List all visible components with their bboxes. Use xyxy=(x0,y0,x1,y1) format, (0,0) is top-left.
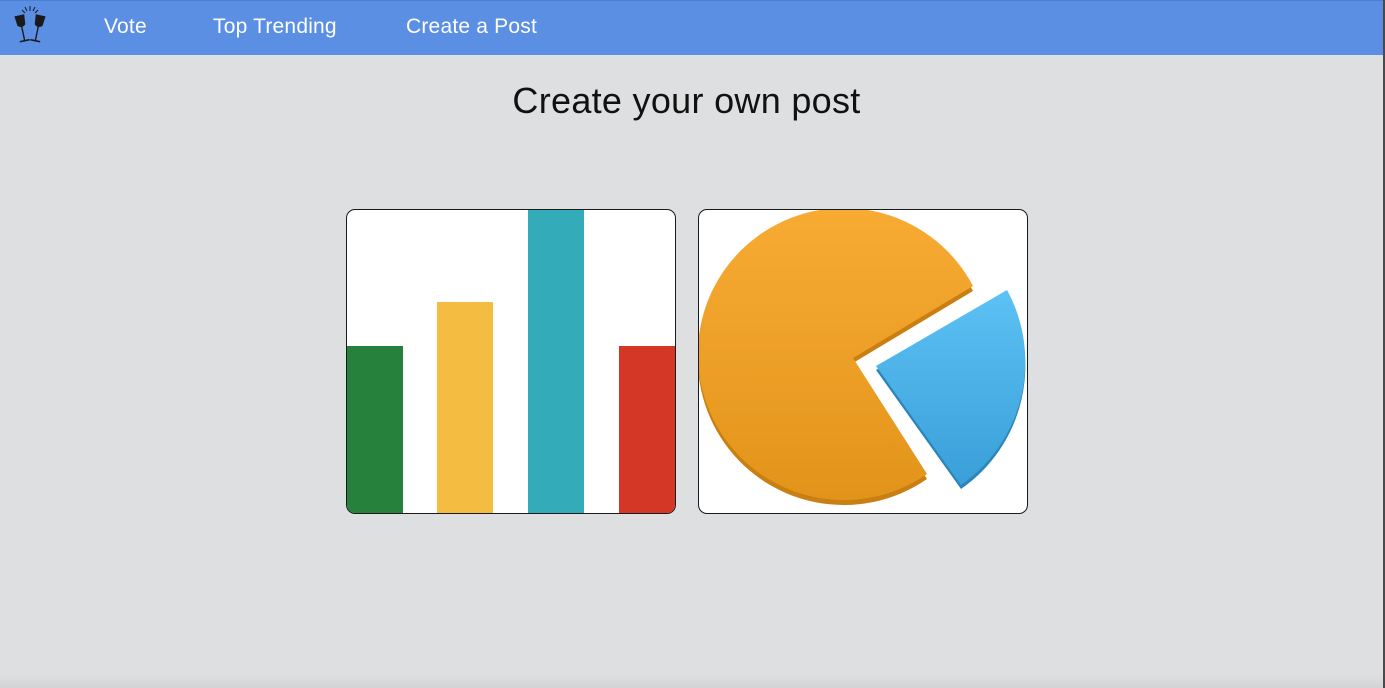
nav-link-top-trending[interactable]: Top Trending xyxy=(213,15,337,39)
bottom-shade xyxy=(0,674,1383,688)
nav-link-create-a-post[interactable]: Create a Post xyxy=(406,15,537,39)
page: Vote Top Trending Create a Post Create y… xyxy=(0,0,1385,688)
pie-chart-option-card[interactable] xyxy=(698,209,1028,514)
champagne-toast-icon[interactable] xyxy=(8,4,52,48)
pie-chart-icon xyxy=(699,210,1026,506)
bar-teal xyxy=(528,210,584,513)
bar-yellow xyxy=(437,302,493,513)
bar-red xyxy=(619,346,675,513)
bar-chart-option-card[interactable] xyxy=(346,209,676,514)
nav-link-vote[interactable]: Vote xyxy=(104,15,147,39)
bar-green xyxy=(347,346,403,513)
page-title: Create your own post xyxy=(512,80,861,121)
navbar: Vote Top Trending Create a Post xyxy=(0,0,1383,55)
bar-chart-icon xyxy=(347,210,675,513)
